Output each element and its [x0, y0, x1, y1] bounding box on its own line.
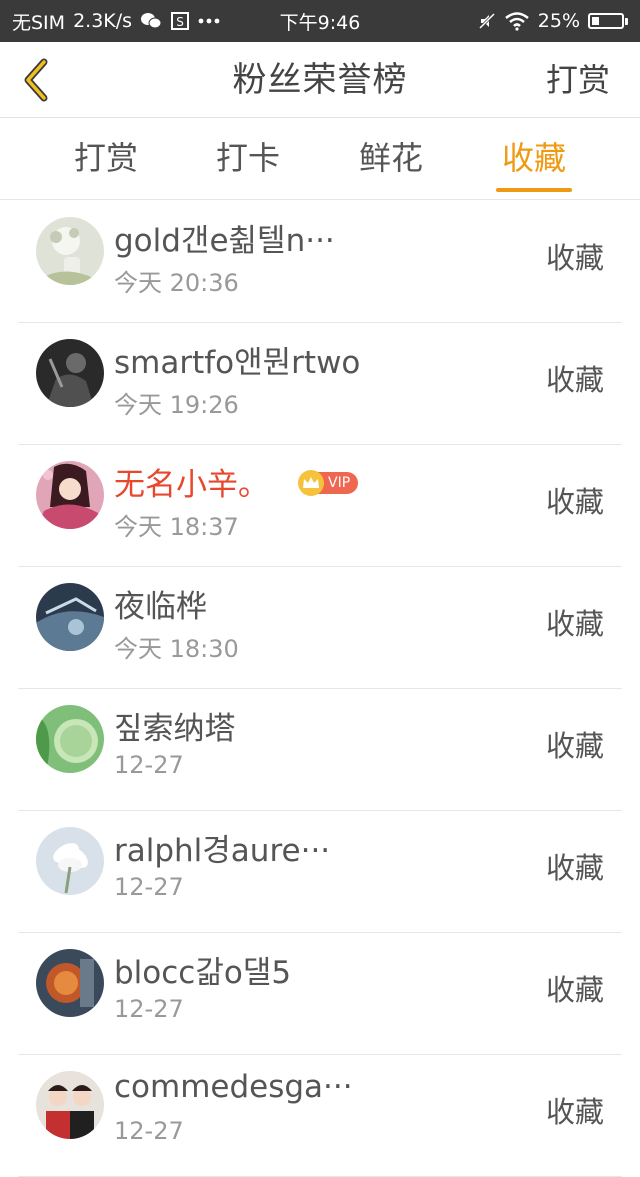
tab-flowers[interactable]: 鲜花: [331, 118, 451, 198]
tab-label: 鲜花: [358, 139, 423, 177]
favorite-label: 收藏: [545, 363, 604, 397]
timestamp: 今天 19:26: [114, 391, 239, 419]
list-item[interactable]: 짚索纳塔 12-27 收藏: [0, 689, 640, 811]
battery-icon: [588, 13, 628, 29]
tab-label: 打卡: [215, 139, 280, 177]
timestamp: 今天 20:36: [114, 269, 239, 297]
tab-reward[interactable]: 打赏: [46, 118, 166, 198]
more-icon: [198, 18, 220, 24]
avatar: [36, 461, 104, 529]
favorite-label: 收藏: [545, 485, 604, 519]
active-tab-indicator: [496, 188, 572, 192]
avatar: [36, 827, 104, 895]
tab-label: 收藏: [501, 139, 566, 177]
timestamp: 今天 18:37: [114, 513, 239, 541]
favorite-label: 收藏: [545, 241, 604, 275]
list-item[interactable]: commedesga··· 12-27 收藏: [0, 1055, 640, 1177]
user-name: commedesga···: [114, 1069, 353, 1105]
list-item[interactable]: 夜临桦 今天 18:30 收藏: [0, 567, 640, 689]
list-item[interactable]: ralphl경aure··· 12-27 收藏: [0, 811, 640, 933]
fan-list: gold갠e췲텔n··· 今天 20:36 收藏 smartfo앤뭔rtwo 今…: [0, 201, 640, 1177]
carrier-label: 无SIM: [12, 11, 66, 34]
user-name: 夜临桦: [114, 589, 207, 625]
user-name: 짚索纳塔: [114, 711, 236, 747]
svg-text:S: S: [176, 15, 184, 29]
notification-icon: S: [170, 11, 190, 31]
avatar: [36, 339, 104, 407]
favorite-label: 收藏: [545, 729, 604, 763]
favorite-label: 收藏: [545, 1095, 604, 1129]
wifi-icon: [504, 11, 530, 31]
avatar: [36, 583, 104, 651]
avatar: [36, 217, 104, 285]
tab-favorites[interactable]: 收藏: [474, 118, 594, 198]
list-item[interactable]: 无名小辛。 VIP 今天 18:37 收藏: [0, 445, 640, 567]
list-item[interactable]: smartfo앤뭔rtwo 今天 19:26 收藏: [0, 323, 640, 445]
timestamp: 12-27: [114, 751, 184, 779]
user-name: smartfo앤뭔rtwo: [114, 345, 361, 381]
user-name: gold갠e췲텔n···: [114, 223, 335, 259]
tab-checkin[interactable]: 打卡: [188, 118, 308, 198]
favorite-label: 收藏: [545, 851, 604, 885]
network-speed: 2.3K/s: [73, 10, 133, 32]
list-item[interactable]: gold갠e췲텔n··· 今天 20:36 收藏: [0, 201, 640, 323]
battery-percent: 25%: [537, 10, 580, 32]
vip-badge: VIP: [298, 470, 359, 496]
avatar: [36, 705, 104, 773]
title-bar: 粉丝荣誉榜 打赏: [0, 42, 640, 118]
user-name: blocc갊o댈5: [114, 955, 292, 991]
wechat-icon: [140, 12, 162, 30]
timestamp: 今天 18:30: [114, 635, 239, 663]
avatar: [36, 1071, 104, 1139]
timestamp: 12-27: [114, 995, 184, 1023]
page-title: 粉丝荣誉榜: [232, 60, 408, 100]
reward-button[interactable]: 打赏: [546, 42, 610, 118]
status-bar: 无SIM 2.3K/s S 下午9:46 25%: [0, 0, 640, 42]
favorite-label: 收藏: [545, 973, 604, 1007]
avatar: [36, 949, 104, 1017]
user-name: 无名小辛。: [114, 467, 269, 503]
timestamp: 12-27: [114, 1117, 184, 1145]
tab-label: 打赏: [73, 139, 138, 177]
crown-icon: [298, 470, 324, 496]
favorite-label: 收藏: [545, 607, 604, 641]
mute-icon: [478, 12, 496, 30]
user-name: ralphl경aure···: [114, 833, 331, 869]
tab-bar: 打赏 打卡 鲜花 收藏: [0, 118, 640, 200]
list-item[interactable]: blocc갊o댈5 12-27 收藏: [0, 933, 640, 1055]
timestamp: 12-27: [114, 873, 184, 901]
